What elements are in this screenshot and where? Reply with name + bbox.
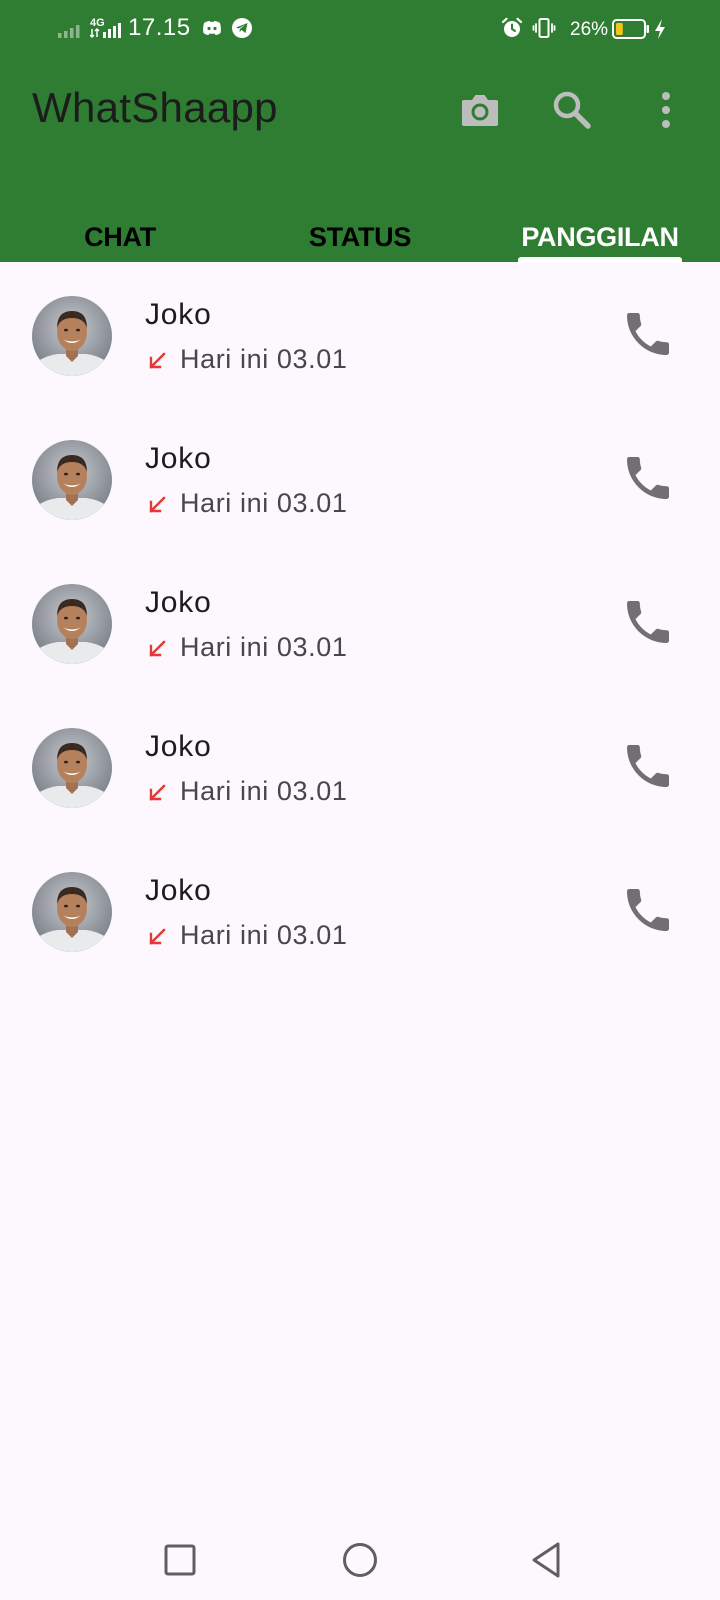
call-time: Hari ini 03.01 bbox=[180, 632, 348, 662]
tab-panggilan[interactable]: PANGGILAN bbox=[510, 222, 690, 262]
search-icon[interactable] bbox=[548, 86, 596, 134]
caller-name: Joko bbox=[145, 730, 212, 763]
avatar[interactable] bbox=[32, 728, 112, 808]
missed-call-arrow-icon bbox=[149, 496, 166, 513]
call-row[interactable]: Joko Hari ini 03.01 bbox=[0, 550, 720, 694]
phone-icon[interactable] bbox=[620, 882, 676, 938]
call-time: Hari ini 03.01 bbox=[180, 344, 348, 374]
svg-text:4G: 4G bbox=[90, 17, 105, 29]
missed-call-arrow-icon bbox=[149, 640, 166, 657]
clock: 17.15 bbox=[128, 14, 191, 41]
missed-call-arrow-icon bbox=[149, 784, 166, 801]
call-time: Hari ini 03.01 bbox=[180, 920, 348, 950]
system-nav-bar bbox=[0, 1520, 720, 1600]
call-row[interactable]: Joko Hari ini 03.01 bbox=[0, 406, 720, 550]
call-time: Hari ini 03.01 bbox=[180, 488, 348, 518]
call-row[interactable]: Joko Hari ini 03.01 bbox=[0, 694, 720, 838]
phone-icon[interactable] bbox=[620, 306, 676, 362]
avatar[interactable] bbox=[32, 440, 112, 520]
missed-call-arrow-icon bbox=[149, 352, 166, 369]
phone-icon[interactable] bbox=[620, 450, 676, 506]
tab-chat[interactable]: CHAT bbox=[40, 222, 200, 262]
avatar[interactable] bbox=[32, 584, 112, 664]
app-title: WhatShaapp bbox=[32, 84, 278, 131]
call-row[interactable]: Joko Hari ini 03.01 bbox=[0, 838, 720, 982]
caller-name: Joko bbox=[145, 442, 212, 475]
telegram-icon bbox=[232, 18, 252, 38]
discord-icon bbox=[203, 21, 221, 35]
charging-icon bbox=[655, 19, 665, 39]
missed-call-arrow-icon bbox=[149, 928, 166, 945]
more-vert-icon[interactable] bbox=[642, 86, 690, 134]
signal-bars-icon bbox=[58, 25, 80, 38]
back-triangle-icon[interactable] bbox=[526, 1538, 570, 1582]
network-4g-icon: 4G bbox=[90, 17, 121, 39]
avatar[interactable] bbox=[32, 296, 112, 376]
caller-name: Joko bbox=[145, 874, 212, 907]
tab-status[interactable]: STATUS bbox=[280, 222, 440, 262]
call-row[interactable]: Joko Hari ini 03.01 bbox=[0, 262, 720, 406]
phone-icon[interactable] bbox=[620, 738, 676, 794]
alarm-icon bbox=[501, 17, 523, 37]
phone-icon[interactable] bbox=[620, 594, 676, 650]
caller-name: Joko bbox=[145, 586, 212, 619]
battery-percent: 26% bbox=[570, 19, 609, 40]
home-circle-icon[interactable] bbox=[338, 1538, 382, 1582]
recents-square-icon[interactable] bbox=[158, 1538, 202, 1582]
camera-icon[interactable] bbox=[456, 86, 504, 134]
vibrate-icon bbox=[532, 18, 556, 38]
caller-name: Joko bbox=[145, 298, 212, 331]
battery-icon bbox=[612, 19, 649, 39]
call-time: Hari ini 03.01 bbox=[180, 776, 348, 806]
status-bar: 4G 17.15 26% bbox=[0, 0, 720, 60]
avatar[interactable] bbox=[32, 872, 112, 952]
